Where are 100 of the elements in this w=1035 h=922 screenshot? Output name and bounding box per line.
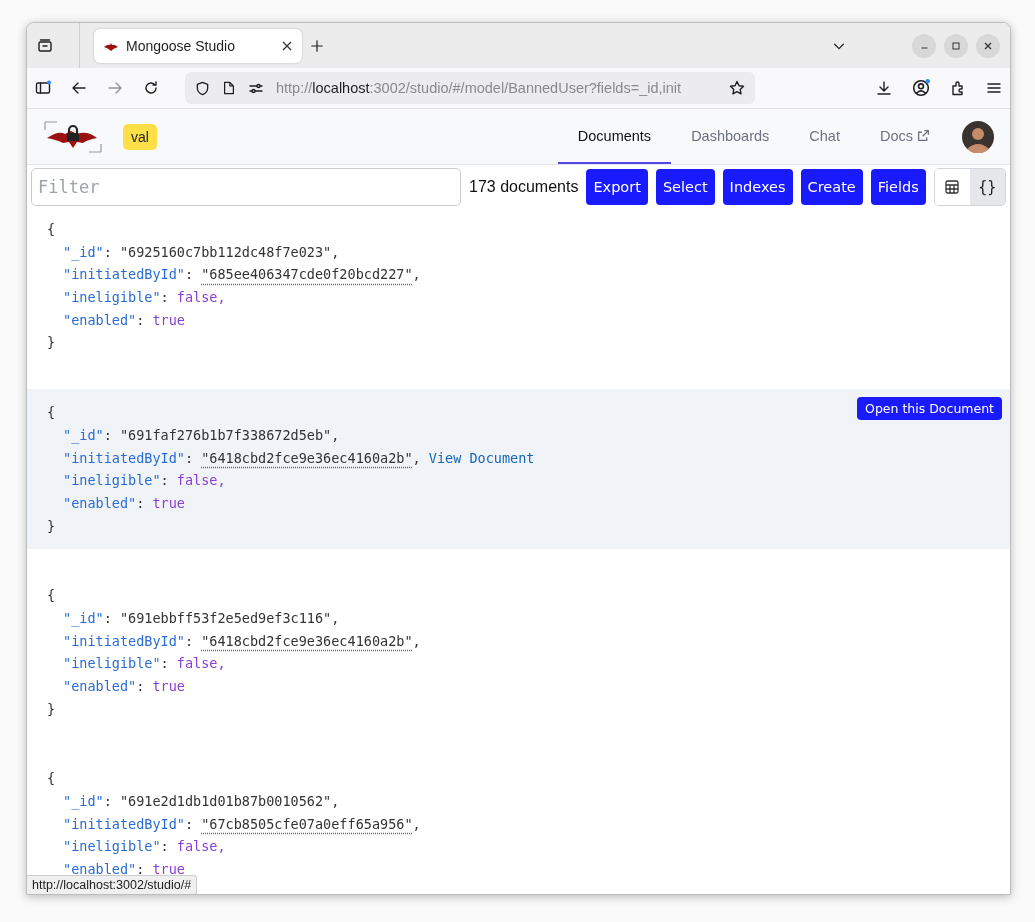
colon: : <box>103 243 112 260</box>
boolean-value: true <box>152 494 185 511</box>
comma: , <box>331 243 340 260</box>
brace: } <box>47 334 56 351</box>
tab-title: Mongoose Studio <box>126 37 236 54</box>
maximize-button[interactable] <box>944 33 968 58</box>
nav-tab[interactable]: Documents <box>557 109 672 164</box>
string-value: "691faf276b1b7f338672d5eb" <box>119 426 332 443</box>
avatar-icon[interactable] <box>962 120 994 153</box>
back-icon[interactable] <box>71 80 87 96</box>
colon: : <box>184 815 194 832</box>
colon: : <box>136 678 145 694</box>
browser-tab[interactable]: Mongoose Studio <box>94 28 302 63</box>
reload-icon[interactable] <box>143 80 159 96</box>
forward-icon <box>107 80 123 96</box>
field-key: "enabled" <box>63 861 137 878</box>
string-value: "6925160c7bb112dc48f7e023" <box>119 243 332 260</box>
address-bar[interactable]: http://localhost:3002/studio/#/model/BannedUser?fields=_id,init <box>185 72 755 104</box>
brace: } <box>47 517 56 534</box>
reference-value[interactable]: "67cb8505cfe07a0eff65a956" <box>201 815 413 832</box>
colon: : <box>160 289 169 306</box>
colon: : <box>160 838 169 855</box>
logo-icon[interactable] <box>43 119 103 154</box>
field-key: "enabled" <box>63 678 137 694</box>
boolean-value: false, <box>176 838 226 855</box>
colon: : <box>136 494 145 511</box>
colon: : <box>184 632 194 649</box>
field-key: "_id" <box>63 426 104 443</box>
field-key: "_id" <box>63 243 104 260</box>
tab-list-icon[interactable] <box>37 37 53 54</box>
download-icon[interactable] <box>876 80 892 96</box>
colon: : <box>136 861 145 878</box>
sidebar-icon[interactable] <box>35 80 51 96</box>
close-icon[interactable] <box>282 40 292 51</box>
new-tab-icon[interactable] <box>310 38 324 53</box>
field-key: "_id" <box>63 609 104 626</box>
boolean-value: true <box>152 678 185 694</box>
url-text: http://localhost:3002/studio/#/model/BannedUser?fields=_id,init <box>276 80 682 96</box>
colon: : <box>160 472 169 489</box>
comma: , <box>331 426 340 443</box>
field-key: "enabled" <box>63 494 137 511</box>
toolbar-button[interactable]: Export <box>586 169 648 205</box>
minimize-icon <box>920 47 928 49</box>
shield-icon <box>195 80 210 96</box>
boolean-value: false, <box>176 289 226 306</box>
star-icon[interactable] <box>729 80 745 96</box>
colon: : <box>184 266 194 283</box>
document-count: 173 documents <box>469 178 579 196</box>
colon: : <box>103 426 112 443</box>
open-document-button[interactable]: Open this Document <box>857 397 1002 421</box>
json-view-button[interactable]: {} <box>969 169 1005 205</box>
brace: { <box>47 221 56 237</box>
nav-tab[interactable]: Dashboards <box>671 109 790 164</box>
comma: , <box>331 609 340 626</box>
colon: : <box>184 449 194 466</box>
comma: , <box>331 793 340 810</box>
brace: { <box>47 404 56 421</box>
table-icon <box>944 179 961 195</box>
boolean-value: false, <box>176 472 226 489</box>
status-url-tooltip: http://localhost:3002/studio/# <box>27 875 198 894</box>
filter-field[interactable]: Filter <box>31 168 461 206</box>
page-icon <box>222 81 236 95</box>
string-value: "691e2d1db1d01b87b0010562" <box>119 793 332 810</box>
view-document-link[interactable]: View Document <box>428 449 535 466</box>
menu-icon[interactable] <box>986 80 1002 96</box>
reference-value[interactable]: "685ee406347cde0f20bcd227" <box>201 266 413 283</box>
field-key: "ineligible" <box>63 472 161 489</box>
field-key: "enabled" <box>63 311 137 328</box>
field-key: "ineligible" <box>63 838 161 855</box>
reference-value[interactable]: "6418cbd2fce9e36ec4160a2b" <box>201 632 413 649</box>
toolbar-button[interactable]: Indexes <box>722 169 793 205</box>
reference-value[interactable]: "6418cbd2fce9e36ec4160a2b" <box>201 449 413 466</box>
brace: { <box>47 587 56 604</box>
field-key: "_id" <box>63 793 104 810</box>
colon: : <box>103 793 112 810</box>
environment-badge: val <box>123 123 157 150</box>
nav-tab[interactable]: Docs <box>859 109 950 164</box>
comma: , <box>412 266 421 283</box>
toolbar-button[interactable]: Fields <box>870 169 926 205</box>
brace: { <box>47 770 56 787</box>
boolean-value: true <box>152 861 185 878</box>
toolbar-button[interactable]: Create <box>800 169 863 205</box>
colon: : <box>136 311 145 328</box>
boolean-value: true <box>152 311 185 328</box>
colon: : <box>160 655 169 672</box>
field-key: "initiatedById" <box>63 632 185 649</box>
document-card[interactable]: { "_id": "691faf276b1b7f338672d5eb", "initiatedById": "6418cbd2fce9e36ec4160a2b", View Document "ineligible": false, "enabled": true } Open this Document <box>27 389 1010 550</box>
comma: , <box>412 815 421 832</box>
field-key: "ineligible" <box>63 655 161 672</box>
toolbar-button[interactable]: Select <box>655 169 715 205</box>
close-window-button[interactable] <box>976 33 1000 58</box>
brace: } <box>47 700 56 717</box>
field-key: "ineligible" <box>63 289 161 306</box>
boolean-value: false, <box>176 655 226 672</box>
field-key: "initiatedById" <box>63 449 185 466</box>
colon: : <box>103 609 112 626</box>
nav-tab[interactable]: Chat <box>789 109 860 164</box>
close-icon <box>983 40 993 51</box>
account-icon[interactable] <box>912 79 930 97</box>
extensions-icon[interactable] <box>950 80 966 96</box>
